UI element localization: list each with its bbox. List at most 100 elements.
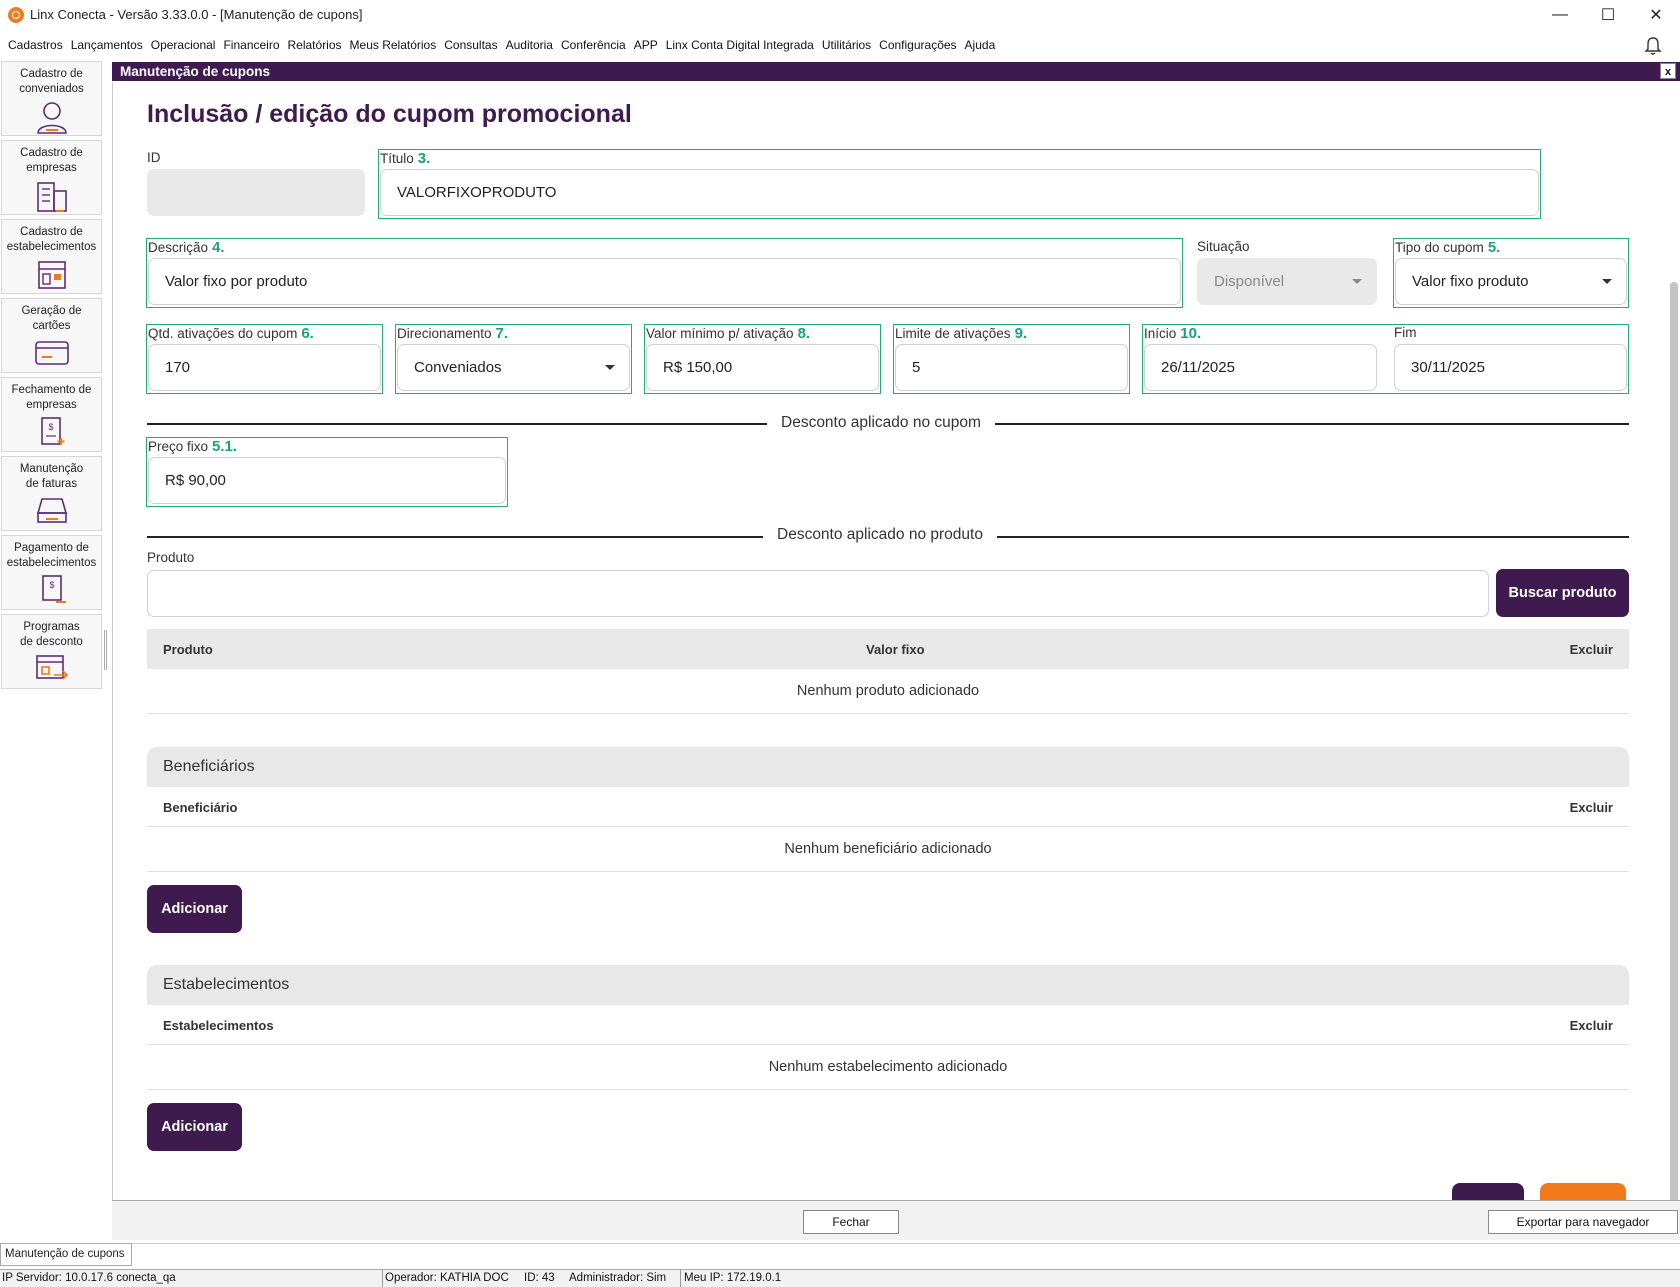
tab-manutencao-cupons[interactable]: Manutenção de cupons [0, 1243, 132, 1266]
adicionar-estabelecimento-button[interactable]: Adicionar [147, 1103, 242, 1151]
close-window-button[interactable]: ✕ [1632, 0, 1680, 29]
discount-program-icon [35, 655, 68, 680]
sidebar-label: Cadastro de [20, 68, 83, 80]
title-bar: Linx Conecta - Versão 3.33.0.0 - [Manute… [0, 0, 1680, 29]
beneficiarios-section-header: Beneficiários [147, 747, 1629, 787]
sidebar-item-cadastro-conveniados[interactable]: Cadastro de conveniados [1, 61, 102, 136]
descricao-label-text: Descrição [148, 240, 209, 255]
menu-ajuda[interactable]: Ajuda [965, 38, 996, 52]
preco-fixo-input[interactable]: R$ 90,00 [148, 457, 506, 504]
sidebar-label: estabelecimentos [6, 557, 97, 569]
inicio-label: Início 10. [1144, 325, 1201, 342]
chevron-down-icon [1602, 279, 1612, 284]
qtd-label-text: Qtd. ativações do cupom [148, 326, 298, 341]
sidebar-label: empresas [26, 162, 77, 174]
bell-icon[interactable] [1644, 36, 1662, 56]
sidebar-label: empresas [26, 399, 77, 411]
col-estabelecimentos: Estabelecimentos [163, 1018, 274, 1033]
descricao-input[interactable]: Valor fixo por produto [148, 258, 1181, 305]
preco-fixo-step-number: 5.1. [212, 438, 238, 455]
menu-financeiro[interactable]: Financeiro [223, 38, 279, 52]
minimize-button[interactable]: — [1536, 0, 1584, 29]
sidebar-item-manutencao-faturas[interactable]: Manutenção de faturas [1, 456, 102, 531]
limite-label: Limite de ativações 9. [895, 325, 1027, 342]
desconto-cupom-heading: Desconto aplicado no cupom [767, 414, 995, 432]
col-excluir: Excluir [1569, 800, 1613, 815]
fechar-button[interactable]: Fechar [803, 1210, 899, 1234]
inicio-step-number: 10. [1180, 325, 1202, 342]
menu-configuracoes[interactable]: Configurações [879, 38, 956, 52]
sidebar-label: estabelecimentos [6, 241, 97, 253]
situacao-value: Disponível [1214, 273, 1285, 290]
inicio-label-text: Início [1144, 326, 1177, 341]
menu-app[interactable]: APP [634, 38, 658, 52]
descricao-label: Descrição 4. [148, 239, 225, 256]
chevron-down-icon [605, 365, 615, 370]
tipo-label-text: Tipo do cupom [1395, 240, 1484, 255]
bottom-toolbar: Fechar Exportar para navegador [112, 1200, 1680, 1240]
menu-conferencia[interactable]: Conferência [561, 38, 626, 52]
valor-minimo-label-text: Valor mínimo p/ ativação [646, 326, 794, 341]
menu-auditoria[interactable]: Auditoria [506, 38, 553, 52]
direcionamento-step-number: 7. [495, 325, 509, 342]
status-separator [382, 1270, 383, 1287]
sidebar-label: de faturas [25, 478, 78, 490]
sidebar-item-pagamento-estabelecimentos[interactable]: Pagamento de estabelecimentos $ [1, 535, 102, 610]
menu-bar: Cadastros Lançamentos Operacional Financ… [0, 33, 1680, 57]
preco-fixo-label-text: Preço fixo [148, 439, 209, 454]
estabelecimentos-empty-row: Nenhum estabelecimento adicionado [147, 1045, 1629, 1090]
menu-operacional[interactable]: Operacional [151, 38, 216, 52]
sidebar-item-cadastro-estabelecimentos[interactable]: Cadastro de estabelecimentos [1, 219, 102, 294]
produto-search-input[interactable] [147, 570, 1489, 617]
adicionar-beneficiario-button[interactable]: Adicionar [147, 885, 242, 933]
valor-minimo-input[interactable]: R$ 150,00 [646, 344, 879, 391]
status-operador: Operador: KATHIA DOC [385, 1272, 509, 1284]
save-button-partial[interactable] [1452, 1183, 1524, 1200]
maximize-button[interactable]: ☐ [1584, 0, 1632, 29]
titulo-step-number: 3. [417, 150, 431, 167]
svg-text:$: $ [49, 580, 54, 590]
sidebar-item-cadastro-empresas[interactable]: Cadastro de empresas [1, 140, 102, 215]
id-field [147, 169, 365, 216]
menu-meus-relatorios[interactable]: Meus Relatórios [350, 38, 437, 52]
qtd-step-number: 6. [301, 325, 314, 342]
vertical-scrollbar[interactable] [1670, 282, 1678, 1200]
direcionamento-select[interactable]: Conveniados [397, 344, 630, 391]
menu-cadastros[interactable]: Cadastros [8, 38, 63, 52]
id-label: ID [147, 150, 161, 165]
limite-ativacoes-input[interactable]: 5 [895, 344, 1128, 391]
menu-consultas[interactable]: Consultas [444, 38, 497, 52]
inicio-date-input[interactable]: 26/11/2025 [1144, 344, 1377, 391]
fim-date-input[interactable]: 30/11/2025 [1394, 344, 1627, 391]
tipo-cupom-select[interactable]: Valor fixo produto [1395, 258, 1627, 305]
menu-linx-conta-digital[interactable]: Linx Conta Digital Integrada [666, 38, 814, 52]
sidebar-splitter[interactable] [104, 630, 107, 670]
sidebar-label: de desconto [20, 636, 83, 648]
col-produto: Produto [163, 642, 213, 657]
titulo-input[interactable]: VALORFIXOPRODUTO [380, 169, 1539, 216]
estabelecimentos-section-header: Estabelecimentos [147, 965, 1629, 1005]
col-beneficiario: Beneficiário [163, 800, 238, 815]
child-close-button[interactable]: x [1660, 63, 1676, 79]
buscar-produto-button[interactable]: Buscar produto [1496, 569, 1629, 617]
sidebar-label: Manutenção [19, 463, 84, 475]
beneficiarios-table-header: Beneficiário Excluir [147, 787, 1629, 827]
exportar-navegador-button[interactable]: Exportar para navegador [1488, 1210, 1678, 1234]
cancel-button-partial[interactable] [1540, 1183, 1626, 1200]
sidebar-item-fechamento-empresas[interactable]: Fechamento de empresas $ [1, 377, 102, 452]
sidebar-label: Fechamento de [11, 384, 92, 396]
qtd-ativacoes-input[interactable]: 170 [148, 344, 381, 391]
sidebar-item-geracao-cartoes[interactable]: Geração de cartões [1, 298, 102, 373]
titulo-label-text: Título [380, 151, 414, 166]
menu-relatorios[interactable]: Relatórios [288, 38, 342, 52]
menu-utilitarios[interactable]: Utilitários [822, 38, 871, 52]
menu-lancamentos[interactable]: Lançamentos [71, 38, 143, 52]
produto-empty-row: Nenhum produto adicionado [147, 669, 1629, 714]
store-icon [37, 261, 66, 289]
produto-table-header: Produto Valor fixo Excluir [147, 629, 1629, 669]
status-bar: IP Servidor: 10.0.17.6 conecta_qa Operad… [0, 1269, 1680, 1287]
titulo-label: Título 3. [380, 150, 430, 167]
app-window: Linx Conecta - Versão 3.33.0.0 - [Manute… [0, 0, 1680, 1287]
payment-icon: $ [41, 575, 66, 603]
sidebar-item-programas-desconto[interactable]: Programas de desconto [1, 614, 102, 689]
